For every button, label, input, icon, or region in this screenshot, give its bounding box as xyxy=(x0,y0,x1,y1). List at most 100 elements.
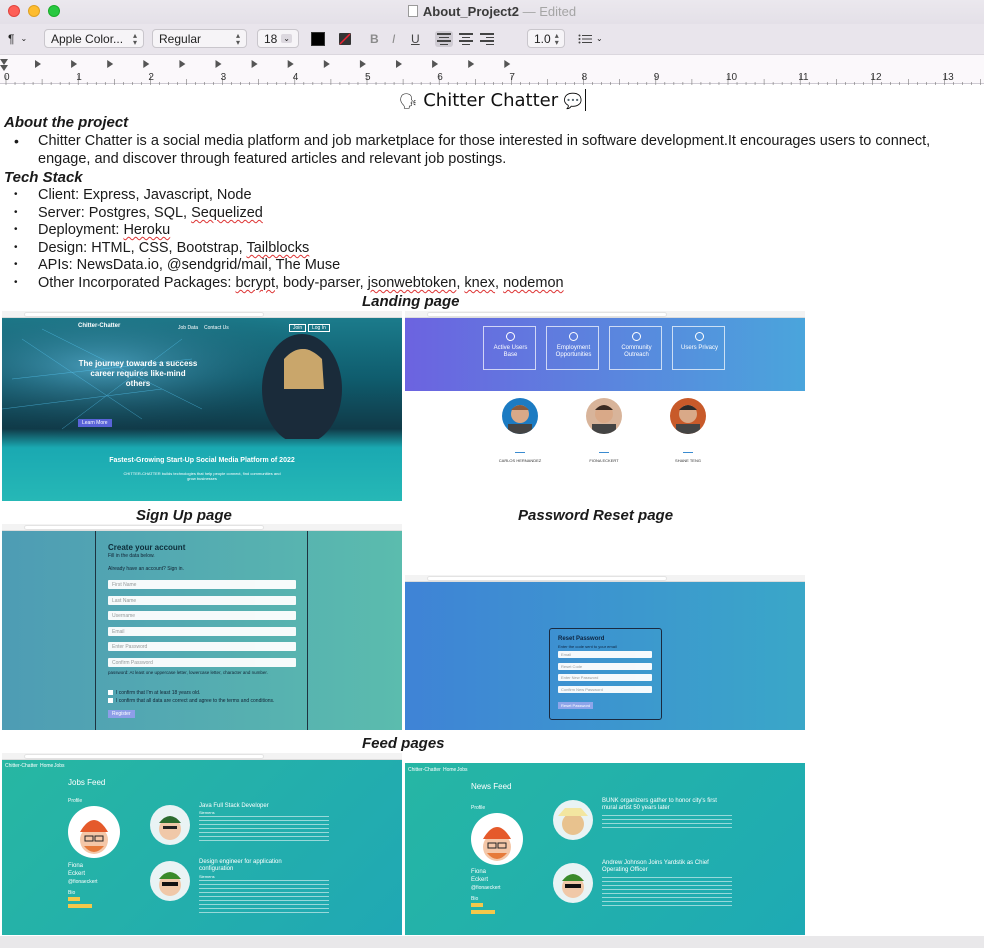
stat-card-label: Community Outreach xyxy=(621,345,652,358)
format-toolbar: ¶ ⌄ Apple Color... ▴ ▾ Regular ▴ ▾ 18 ⌄ B … xyxy=(0,24,984,54)
news-post1-title: BUNK organizers gather to honor city's f… xyxy=(602,798,717,811)
jobs-profile-label: Profile xyxy=(68,798,83,804)
post2-avatar xyxy=(150,861,190,901)
bullet-icon: • xyxy=(14,207,18,218)
stat-icon xyxy=(506,332,515,341)
caption-feed: Feed pages xyxy=(362,735,445,752)
misspelled-word[interactable]: jsonwebtoken xyxy=(368,275,457,291)
bullet-icon: • xyxy=(14,133,19,149)
jobs-post1-company: Siemens xyxy=(199,810,215,815)
tech-item: Deployment: Heroku xyxy=(38,222,171,238)
align-right-button[interactable] xyxy=(478,31,496,47)
reset-sub: Enter the code sent to your email xyxy=(558,644,617,649)
stat-card-label: Users Privacy xyxy=(680,345,718,351)
stat-icon xyxy=(695,332,704,341)
document-body[interactable]: 🗣 Chitter Chatter 💬 About the project • … xyxy=(0,85,984,948)
speaking-head-icon: 🗣 xyxy=(398,92,418,110)
ruler[interactable]: 0 1 2 3 4 5 6 7 8 9 10 11 12 13 xyxy=(0,54,984,85)
landing-hero-text: The journey towards a success career req… xyxy=(78,359,198,388)
team-avatar xyxy=(502,398,538,434)
chevron-down-icon: ⌄ xyxy=(281,34,292,43)
landing-learn-button: Learn More xyxy=(78,419,112,427)
landing-nav-contact: Contact Us xyxy=(204,325,229,331)
signup-screenshot: Create your account Fill in the data bel… xyxy=(2,524,402,730)
jobs-handle: @fionaeckert xyxy=(68,879,98,885)
signup-field-placeholder: Confirm Password xyxy=(112,660,153,666)
bullet-icon: • xyxy=(14,259,18,270)
news-profile-avatar xyxy=(471,813,523,865)
jobs-first-name: Fiona xyxy=(68,863,84,869)
misspelled-word[interactable]: knex xyxy=(464,275,495,291)
typeface-select[interactable]: Regular ▴ ▾ xyxy=(152,29,247,48)
tech-item: Other Incorporated Packages: bcrypt, bod… xyxy=(38,275,564,291)
up-down-arrows-icon: ▴ ▾ xyxy=(132,30,137,47)
reset-submit-button: Reset Password xyxy=(558,702,594,709)
svg-text:0: 0 xyxy=(4,72,10,83)
profile-avatar xyxy=(68,806,120,858)
jobs-post2-title: Design engineer for application configur… xyxy=(199,859,282,872)
line-spacing-select[interactable]: 1.0 ▴ ▾ xyxy=(527,29,565,48)
misspelled-word[interactable]: Sequelized xyxy=(191,205,263,221)
bold-button[interactable]: B xyxy=(370,29,379,48)
svg-text:2: 2 xyxy=(148,72,154,83)
misspelled-word[interactable]: bcrypt xyxy=(235,275,275,291)
svg-text:3: 3 xyxy=(221,72,227,83)
jobs-nav-home: Home xyxy=(40,763,54,769)
paragraph-styles-button[interactable]: ¶ ⌄ xyxy=(4,29,38,48)
text-caret xyxy=(584,89,586,111)
title-bar: About_Project2 — Edited xyxy=(0,0,984,24)
misspelled-word[interactable]: Tailblocks xyxy=(246,240,309,256)
bullet-icon: • xyxy=(14,277,18,288)
signup-field: Enter Password xyxy=(108,642,296,652)
jobs-last-name: Eckert xyxy=(68,871,86,877)
svg-text:10: 10 xyxy=(726,72,738,83)
landing-join-button: Join xyxy=(289,324,307,332)
font-family-select[interactable]: Apple Color... ▴ ▾ xyxy=(44,29,144,48)
landing-login-button: Log In xyxy=(308,324,330,332)
team-avatar xyxy=(670,398,706,434)
post1-avatar xyxy=(150,805,190,845)
signup-heading: Create your account xyxy=(108,543,186,552)
list-bullets-button[interactable]: ⌄ xyxy=(578,29,610,48)
signup-register-button: Register xyxy=(108,710,135,718)
signup-field: Username xyxy=(108,611,296,621)
align-left-button[interactable] xyxy=(435,31,453,47)
reset-field-placeholder: Reset Code xyxy=(561,663,583,669)
hero-image xyxy=(2,319,402,439)
team-divider xyxy=(683,452,693,453)
list-icon xyxy=(578,34,592,43)
signup-field-placeholder: Enter Password xyxy=(112,644,148,651)
reset-field-placeholder: Confirm New Password xyxy=(561,686,603,692)
caption-landing: Landing page xyxy=(362,293,460,310)
misspelled-word[interactable]: Heroku xyxy=(123,222,170,238)
up-down-arrows-icon: ▴ ▾ xyxy=(235,30,240,47)
signup-field: Email xyxy=(108,626,296,636)
news-nav-home: Home xyxy=(443,767,457,773)
reset-heading: Reset Password xyxy=(558,636,605,642)
svg-text:13: 13 xyxy=(943,72,955,83)
team-member-name: CARLOS HERNANDEZ xyxy=(498,458,542,463)
justify-button[interactable] xyxy=(499,31,517,47)
about-paragraph: Chitter Chatter is a social media platfo… xyxy=(38,133,931,167)
svg-text:8: 8 xyxy=(582,72,588,83)
align-center-button[interactable] xyxy=(457,31,475,47)
svg-text:1: 1 xyxy=(76,72,82,83)
misspelled-word[interactable]: nodemon xyxy=(503,275,563,291)
text-color-well[interactable] xyxy=(311,32,325,46)
svg-text:11: 11 xyxy=(798,72,809,83)
signup-sub: Fill in the data below. xyxy=(108,553,155,559)
ruler-ticks: 0 1 2 3 4 5 6 7 8 9 10 11 12 13 xyxy=(0,59,982,85)
jobs-post1-title: Java Full Stack Developer xyxy=(199,803,269,809)
caption-reset: Password Reset page xyxy=(518,507,674,524)
document-icon xyxy=(407,5,418,17)
signup-check2: I confirm that all data are correct and … xyxy=(116,698,275,704)
reset-field: Email xyxy=(558,651,652,658)
font-size-combo[interactable]: 18 ⌄ xyxy=(257,29,299,48)
svg-text:12: 12 xyxy=(870,72,882,83)
underline-button[interactable]: U xyxy=(411,29,420,48)
news-heading: News Feed xyxy=(471,782,512,791)
signup-have-account: Already have an account? Sign in. xyxy=(108,566,184,572)
highlight-color-icon[interactable] xyxy=(337,31,353,47)
team-avatar xyxy=(586,398,622,434)
italic-button[interactable]: I xyxy=(392,29,395,48)
